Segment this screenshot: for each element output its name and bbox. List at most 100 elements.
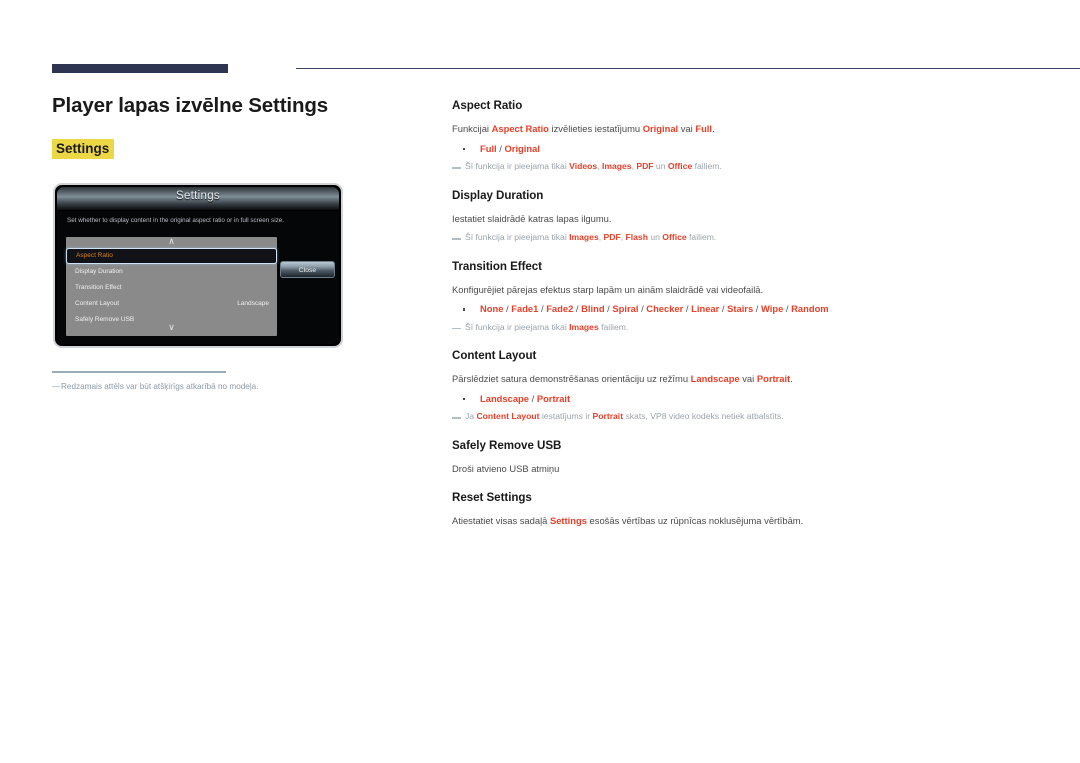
section-heading: Aspect Ratio — [452, 99, 523, 112]
chevron-down-icon[interactable]: ∨ — [66, 324, 277, 334]
section-note: Šī funkcija ir pieejama tikai Images, PD… — [452, 231, 1030, 243]
footnote-text: Redzamais attēls var būt atšķirīgs atkar… — [61, 382, 259, 391]
section-body: Funkcijai Aspect Ratio izvēlieties iesta… — [452, 122, 1030, 136]
highlighted-term: Landscape — [480, 392, 529, 404]
settings-menu-list[interactable]: ∧ Aspect Ratio Display Duration Transition… — [66, 237, 277, 336]
text-run: . — [712, 122, 715, 134]
section-heading: Transition Effect — [452, 259, 542, 273]
footnote-rule — [52, 371, 226, 373]
text-run: Atiestatiet visas sadaļā — [452, 515, 550, 527]
highlighted-term: Flash — [625, 232, 648, 243]
settings-menu-item[interactable]: Aspect Ratio — [66, 248, 277, 264]
settings-menu-item-value: Landscape — [237, 300, 269, 307]
content-section: Display Duration Iestatiet slaidrādē katr… — [452, 189, 1030, 244]
section-heading: Safely Remove USB — [452, 438, 562, 452]
highlighted-term: Aspect Ratio — [491, 122, 549, 134]
settings-dialog-title: Settings — [176, 190, 220, 202]
highlighted-term: Linear — [691, 303, 720, 315]
highlighted-term: Images — [601, 161, 632, 172]
highlighted-term: Videos — [569, 161, 598, 172]
settings-menu-item-label: Aspect Ratio — [76, 252, 113, 259]
text-run: failiem. — [598, 321, 629, 332]
text-run: Šī funkcija ir pieejama tikai — [465, 321, 570, 332]
left-column: Player lapas izvēlne Settings Settings — [52, 94, 412, 160]
highlighted-term: Random — [791, 303, 829, 315]
text-run: / — [496, 142, 505, 154]
text-run: vai — [739, 373, 757, 385]
settings-dialog-figure: Settings Set whether to display content … — [53, 183, 343, 348]
text-run: failiem. — [686, 232, 717, 243]
highlighted-term: Portrait — [592, 411, 624, 422]
highlighted-term: Full — [695, 122, 713, 134]
text-run: . — [790, 373, 793, 385]
content-section: Transition Effect Konfigurējiet pārejas e… — [452, 260, 1030, 334]
text-run: iestatījums ir — [539, 411, 593, 422]
header-rule-thin — [296, 68, 1080, 69]
highlighted-term: Full — [480, 142, 497, 154]
text-run: Funkcijai — [452, 122, 492, 134]
highlighted-term: Landscape — [690, 373, 740, 385]
section-body: Droši atvieno USB atmiņu — [452, 462, 1030, 476]
highlighted-term: PDF — [636, 161, 654, 172]
text-run: Droši atvieno USB atmiņu — [452, 462, 560, 474]
chevron-up-icon[interactable]: ∧ — [66, 238, 277, 248]
highlighted-term: Fade1 — [511, 303, 539, 315]
header-rule-thick — [52, 64, 228, 73]
content-section: Reset Settings Atiestatiet visas sadaļā S… — [452, 491, 1030, 528]
section-heading: Reset Settings — [452, 491, 532, 505]
highlighted-term: Stairs — [727, 303, 754, 315]
section-tag: Settings — [52, 138, 115, 160]
settings-menu-item-label: Content Layout — [75, 300, 120, 307]
text-run: / — [783, 303, 792, 315]
close-button[interactable]: Close — [280, 261, 335, 278]
content-section: Safely Remove USB Droši atvieno USB atmiņ… — [452, 439, 1030, 476]
settings-menu-item[interactable]: Display Duration — [66, 264, 277, 280]
highlighted-term: Office — [662, 232, 687, 243]
highlighted-term: Original — [504, 142, 540, 154]
section-heading: Content Layout — [452, 349, 537, 363]
settings-dialog-description: Set whether to display content in the or… — [67, 217, 285, 224]
highlighted-term: Content Layout — [476, 411, 540, 422]
footnote-dash-icon: — — [52, 382, 61, 391]
option-list: Full / Original — [452, 142, 1030, 156]
settings-menu-item-label: Transition Effect — [75, 284, 122, 291]
settings-dialog-screen: Settings Set whether to display content … — [57, 187, 339, 344]
text-run: Šī funkcija ir pieejama tikai — [465, 161, 570, 172]
option-list-item: Full / Original — [463, 142, 1030, 156]
settings-menu-item[interactable]: Transition Effect — [66, 280, 277, 296]
text-run: / — [573, 303, 582, 315]
section-body: Iestatiet slaidrādē katras lapas ilgumu. — [452, 212, 1030, 226]
highlighted-term: Wipe — [761, 303, 784, 315]
option-list: Landscape / Portrait — [452, 392, 1030, 406]
content-section: Content Layout Pārslēdziet satura demonst… — [452, 349, 1030, 423]
highlighted-term: Blind — [581, 303, 605, 315]
highlighted-term: Spiral — [612, 303, 639, 315]
section-body: Atiestatiet visas sadaļā Settings esošās… — [452, 514, 1030, 528]
text-run: / — [528, 392, 537, 404]
section-note: Ja Content Layout iestatījums ir Portrai… — [452, 410, 1030, 422]
figure-footnote: —Redzamais attēls var būt atšķirīgs atka… — [52, 381, 412, 393]
text-run: skats, VP8 video kodeks netiek atbalstīt… — [623, 411, 784, 422]
highlighted-term: Images — [569, 232, 599, 243]
highlighted-term: None — [480, 303, 504, 315]
text-run: / — [683, 303, 692, 315]
text-run: un — [647, 232, 663, 243]
settings-menu-item-label: Display Duration — [75, 268, 123, 275]
text-run: Konfigurējiet pārejas efektus starp lapā… — [452, 283, 764, 295]
page-title: Player lapas izvēlne Settings — [52, 94, 328, 117]
document-page: Player lapas izvēlne Settings Settings S… — [0, 0, 1080, 763]
text-run: failiem. — [692, 161, 722, 172]
settings-menu-item-label: Safely Remove USB — [75, 316, 135, 323]
text-run: un — [653, 161, 668, 172]
text-run: Pārslēdziet satura demonstrēšanas orient… — [452, 373, 691, 385]
text-run: esošās vērtības uz rūpnīcas noklusējuma … — [586, 515, 804, 527]
settings-menu-item[interactable]: Content Layout Landscape — [66, 296, 277, 312]
highlighted-term: Portrait — [536, 392, 571, 404]
highlighted-term: Office — [667, 161, 693, 172]
text-run: vai — [678, 122, 696, 134]
highlighted-term: Settings — [549, 515, 587, 527]
highlighted-term: PDF — [603, 232, 621, 243]
header-rule-group — [52, 64, 1080, 76]
settings-dialog-titlebar: Settings — [57, 187, 339, 211]
highlighted-term: Portrait — [756, 373, 791, 385]
